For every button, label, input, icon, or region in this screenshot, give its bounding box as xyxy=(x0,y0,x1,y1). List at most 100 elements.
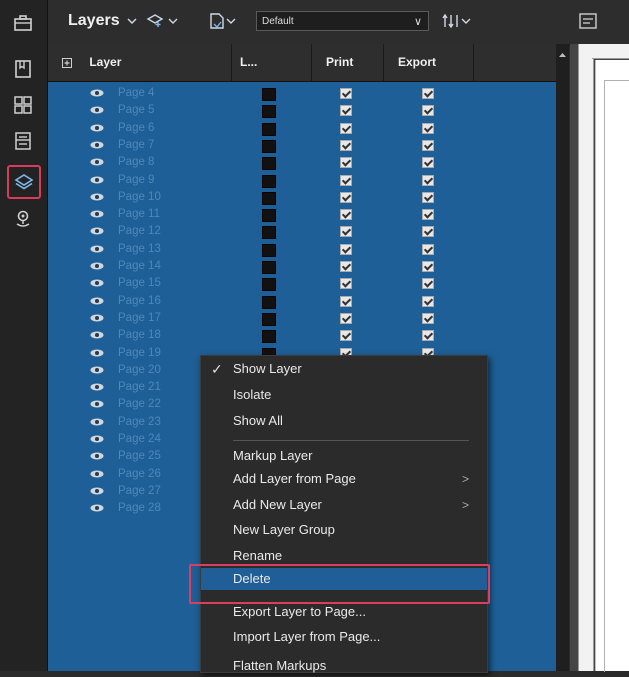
print-checkbox[interactable] xyxy=(340,278,352,290)
menu-item-show-all[interactable]: Show All xyxy=(201,410,487,432)
print-checkbox[interactable] xyxy=(340,330,352,342)
eye-icon[interactable] xyxy=(90,262,104,270)
add-layer-dropdown[interactable] xyxy=(146,10,178,32)
print-checkbox[interactable] xyxy=(340,157,352,169)
eye-icon[interactable] xyxy=(90,89,104,97)
lock-checkbox[interactable] xyxy=(262,243,276,257)
lock-checkbox[interactable] xyxy=(262,191,276,205)
table-row[interactable]: Page 5 xyxy=(48,102,556,119)
column-layer[interactable]: Layer xyxy=(48,44,232,81)
eye-icon[interactable] xyxy=(90,227,104,235)
menu-item-isolate[interactable]: Isolate xyxy=(201,384,487,406)
lock-checkbox[interactable] xyxy=(262,174,276,188)
eye-icon[interactable] xyxy=(90,279,104,287)
lock-checkbox[interactable] xyxy=(262,88,276,101)
print-checkbox[interactable] xyxy=(340,295,352,307)
location-icon[interactable] xyxy=(6,204,40,234)
export-checkbox[interactable] xyxy=(422,312,434,324)
lock-checkbox[interactable] xyxy=(262,295,276,309)
lock-checkbox[interactable] xyxy=(262,278,276,292)
table-row[interactable]: Page 6 xyxy=(48,120,556,137)
eye-icon[interactable] xyxy=(90,470,104,478)
print-checkbox[interactable] xyxy=(340,312,352,324)
eye-icon[interactable] xyxy=(90,210,104,218)
print-checkbox[interactable] xyxy=(340,243,352,255)
menu-item-add-layer-from-page[interactable]: Add Layer from Page > xyxy=(201,468,487,490)
print-checkbox[interactable] xyxy=(340,209,352,221)
print-checkbox[interactable] xyxy=(340,139,352,151)
export-checkbox[interactable] xyxy=(422,330,434,342)
table-row[interactable]: Page 8 xyxy=(48,154,556,171)
eye-icon[interactable] xyxy=(90,487,104,495)
column-export[interactable]: Export xyxy=(384,44,474,81)
menu-item-show-layer[interactable]: ✓ Show Layer xyxy=(201,358,487,380)
lock-checkbox[interactable] xyxy=(262,157,276,171)
table-row[interactable]: Page 12 xyxy=(48,223,556,240)
menu-item-import-layer-from-page[interactable]: Import Layer from Page... xyxy=(201,626,487,648)
lock-checkbox[interactable] xyxy=(262,312,276,326)
table-row[interactable]: Page 15 xyxy=(48,275,556,292)
briefcase-icon[interactable] xyxy=(6,8,40,38)
export-checkbox[interactable] xyxy=(422,278,434,290)
table-row[interactable]: Page 14 xyxy=(48,258,556,275)
export-checkbox[interactable] xyxy=(422,157,434,169)
print-checkbox[interactable] xyxy=(340,105,352,117)
export-checkbox[interactable] xyxy=(422,209,434,221)
eye-icon[interactable] xyxy=(90,452,104,460)
document-view-icon[interactable] xyxy=(578,12,598,35)
lock-checkbox[interactable] xyxy=(262,261,276,274)
menu-item-add-new-layer[interactable]: Add New Layer > xyxy=(201,494,487,516)
eye-icon[interactable] xyxy=(90,418,104,426)
menu-item-export-layer-to-page[interactable]: Export Layer to Page... xyxy=(201,601,487,623)
lock-checkbox[interactable] xyxy=(262,122,276,136)
print-checkbox[interactable] xyxy=(340,226,352,238)
export-checkbox[interactable] xyxy=(422,295,434,307)
eye-icon[interactable] xyxy=(90,193,104,201)
layers-icon[interactable] xyxy=(7,165,41,199)
eye-icon[interactable] xyxy=(90,297,104,305)
thumbnails-icon[interactable] xyxy=(6,90,40,120)
eye-icon[interactable] xyxy=(90,331,104,339)
eye-icon[interactable] xyxy=(90,106,104,114)
export-checkbox[interactable] xyxy=(422,226,434,238)
print-checkbox[interactable] xyxy=(340,122,352,134)
properties-icon[interactable] xyxy=(6,126,40,156)
table-row[interactable]: Page 17 xyxy=(48,310,556,327)
table-row[interactable]: Page 4 xyxy=(48,85,556,102)
export-checkbox[interactable] xyxy=(422,174,434,186)
table-row[interactable]: Page 16 xyxy=(48,293,556,310)
menu-item-flatten-markups[interactable]: Flatten Markups xyxy=(201,655,487,677)
export-checkbox[interactable] xyxy=(422,88,434,99)
print-checkbox[interactable] xyxy=(340,191,352,203)
eye-icon[interactable] xyxy=(90,158,104,166)
menu-item-delete[interactable]: Delete xyxy=(201,568,487,590)
export-checkbox[interactable] xyxy=(422,122,434,134)
eye-icon[interactable] xyxy=(90,383,104,391)
print-checkbox[interactable] xyxy=(340,174,352,186)
menu-item-markup-layer[interactable]: Markup Layer xyxy=(201,445,487,467)
column-print[interactable]: Print xyxy=(312,44,384,81)
preset-select[interactable]: Default ∨ xyxy=(256,11,429,31)
export-checkbox[interactable] xyxy=(422,191,434,203)
table-row[interactable]: Page 7 xyxy=(48,137,556,154)
eye-icon[interactable] xyxy=(90,435,104,443)
menu-item-rename[interactable]: Rename xyxy=(201,545,487,567)
export-checkbox[interactable] xyxy=(422,105,434,117)
print-checkbox[interactable] xyxy=(340,88,352,99)
chevron-down-icon[interactable] xyxy=(126,10,138,32)
lock-checkbox[interactable] xyxy=(262,105,276,119)
lock-checkbox[interactable] xyxy=(262,139,276,153)
eye-icon[interactable] xyxy=(90,124,104,132)
table-row[interactable]: Page 11 xyxy=(48,206,556,223)
lock-checkbox[interactable] xyxy=(262,330,276,344)
eye-icon[interactable] xyxy=(90,504,104,512)
column-lock[interactable]: L... xyxy=(232,44,312,81)
sort-filter-dropdown[interactable] xyxy=(441,10,471,32)
eye-icon[interactable] xyxy=(90,349,104,357)
export-checkbox[interactable] xyxy=(422,243,434,255)
table-row[interactable]: Page 18 xyxy=(48,327,556,344)
eye-icon[interactable] xyxy=(90,366,104,374)
eye-icon[interactable] xyxy=(90,141,104,149)
export-checkbox[interactable] xyxy=(422,261,434,272)
lock-checkbox[interactable] xyxy=(262,226,276,240)
